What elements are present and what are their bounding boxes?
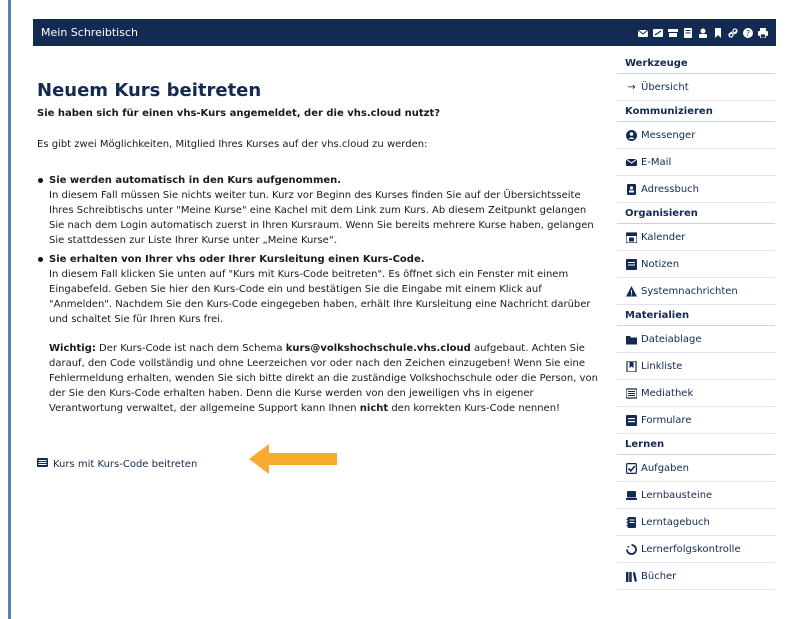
note-label: Wichtig:: [49, 343, 96, 354]
sidebar-item-aufgaben[interactable]: Aufgaben: [617, 455, 775, 482]
sidebar-item-notizen[interactable]: Notizen: [617, 251, 775, 278]
bookmark-icon[interactable]: [713, 27, 723, 38]
sidebar-item-systemnachrichten[interactable]: Systemnachrichten: [617, 278, 775, 305]
option-title: Sie werden automatisch in den Kurs aufge…: [49, 175, 342, 186]
code-schema: kurs@volkshochschule.vhs.cloud: [285, 343, 471, 354]
help-icon[interactable]: ?: [743, 27, 753, 38]
options-list: Sie werden automatisch in den Kurs aufge…: [37, 173, 602, 327]
option-text: In diesem Fall klicken Sie unten auf "Ku…: [49, 269, 591, 325]
sidebar-item-messenger[interactable]: Messenger: [617, 122, 775, 149]
sidebar-item-label: Messenger: [641, 129, 696, 141]
sidebar-item-label: Mediathek: [641, 387, 694, 399]
sidebar-item-label: Formulare: [641, 414, 692, 426]
arrow-right-icon: →: [627, 81, 636, 93]
mail-icon: [626, 157, 637, 168]
sidebar-section-materialien: Materialien: [617, 305, 775, 326]
print-icon[interactable]: [758, 27, 768, 38]
sidebar-item-label: Aufgaben: [641, 462, 690, 474]
sidebar-item-kalender[interactable]: Kalender: [617, 224, 775, 251]
sidebar-item-mediathek[interactable]: Mediathek: [617, 380, 775, 407]
sidebar-item-label: Linkliste: [641, 360, 683, 372]
sidebar-item-formulare[interactable]: Formulare: [617, 407, 775, 434]
shop-icon[interactable]: [668, 28, 678, 38]
top-bar: Mein Schreibtisch ?: [33, 19, 776, 46]
pointer-arrow-icon: [249, 444, 337, 474]
sidebar-item-label: Lernerfolgskontrolle: [641, 543, 741, 555]
sidebar-item-lernerfolgskontrolle[interactable]: Lernerfolgskontrolle: [617, 536, 775, 563]
warning-icon: [626, 285, 637, 297]
notes-icon[interactable]: [683, 27, 693, 38]
bookmark-icon: [626, 360, 637, 372]
option-title: Sie erhalten von Ihrer vhs oder Ihrer Ku…: [49, 254, 425, 265]
sidebar-section-kommunizieren: Kommunizieren: [617, 101, 775, 122]
top-bar-title[interactable]: Mein Schreibtisch: [41, 26, 138, 39]
intro-text: Es gibt zwei Möglichkeiten, Mitglied Ihr…: [37, 139, 428, 150]
sidebar-item-dateiablage[interactable]: Dateiablage: [617, 326, 775, 353]
sidebar-section-werkzeuge: Werkzeuge: [617, 53, 775, 74]
progress-icon: [626, 543, 637, 555]
sidebar-item-lernbausteine[interactable]: Lernbausteine: [617, 482, 775, 509]
user-icon[interactable]: [698, 28, 708, 38]
sidebar-item-adressbuch[interactable]: Adressbuch: [617, 176, 775, 203]
sidebar-item-lerntagebuch[interactable]: Lerntagebuch: [617, 509, 775, 536]
sidebar-item-label: Dateiablage: [641, 333, 702, 345]
sidebar-item-label: Kalender: [641, 231, 686, 243]
sidebar-item-label: Systemnachrichten: [641, 285, 738, 297]
address-book-icon: [626, 183, 637, 195]
sidebar-item-linkliste[interactable]: Linkliste: [617, 353, 775, 380]
sidebar-item-buecher[interactable]: Bücher: [617, 563, 775, 590]
join-course-label: Kurs mit Kurs-Code beitreten: [53, 458, 198, 470]
messenger-icon: [626, 129, 637, 141]
books-icon: [626, 571, 637, 582]
sidebar-item-label: Lerntagebuch: [641, 516, 710, 528]
notes-icon: [626, 258, 637, 270]
page-title: Neuem Kurs beitreten: [37, 80, 262, 101]
mail-icon[interactable]: [638, 28, 648, 38]
sidebar-item-label: Lernbausteine: [641, 489, 713, 501]
option-text: In diesem Fall müssen Sie nichts weiter …: [49, 190, 594, 246]
important-note: Wichtig: Der Kurs-Code ist nach dem Sche…: [37, 341, 602, 416]
checkbox-icon: [626, 462, 637, 474]
sidebar-item-label: Bücher: [641, 570, 677, 582]
svg-text:?: ?: [746, 29, 750, 38]
note-emphasis: nicht: [359, 403, 389, 414]
sidebar-section-organisieren: Organisieren: [617, 203, 775, 224]
note-text: Der Kurs-Code ist nach dem Schema: [95, 343, 286, 354]
note-text: den korrekten Kurs-Code nennen!: [388, 403, 561, 414]
folder-icon: [626, 334, 637, 345]
sidebar-item-label: Adressbuch: [641, 183, 699, 195]
link-icon[interactable]: [728, 27, 738, 38]
sidebar-item-uebersicht[interactable]: → Übersicht: [617, 74, 775, 101]
keyboard-icon: [37, 458, 48, 470]
main-content: Neuem Kurs beitreten Sie haben sich für …: [37, 60, 602, 474]
top-bar-icons: ?: [638, 27, 768, 38]
sidebar-item-label: Übersicht: [641, 81, 689, 93]
sidebar-item-label: E-Mail: [641, 156, 672, 168]
sidebar-item-email[interactable]: E-Mail: [617, 149, 775, 176]
laptop-icon: [626, 490, 637, 501]
join-course-link[interactable]: Kurs mit Kurs-Code beitreten: [37, 458, 197, 470]
sidebar: Werkzeuge → Übersicht Kommunizieren Messe…: [617, 53, 775, 590]
option-automatic: Sie werden automatisch in den Kurs aufge…: [37, 173, 602, 248]
calendar-icon: [626, 231, 637, 243]
page-subtitle: Sie haben sich für einen vhs-Kurs angeme…: [37, 108, 441, 119]
chat-icon[interactable]: [653, 28, 663, 38]
option-course-code: Sie erhalten von Ihrer vhs oder Ihrer Ku…: [37, 252, 602, 327]
sidebar-item-label: Notizen: [641, 258, 680, 270]
diary-icon: [626, 516, 637, 528]
sidebar-section-lernen: Lernen: [617, 434, 775, 455]
form-icon: [626, 414, 637, 426]
media-icon: [626, 387, 637, 399]
